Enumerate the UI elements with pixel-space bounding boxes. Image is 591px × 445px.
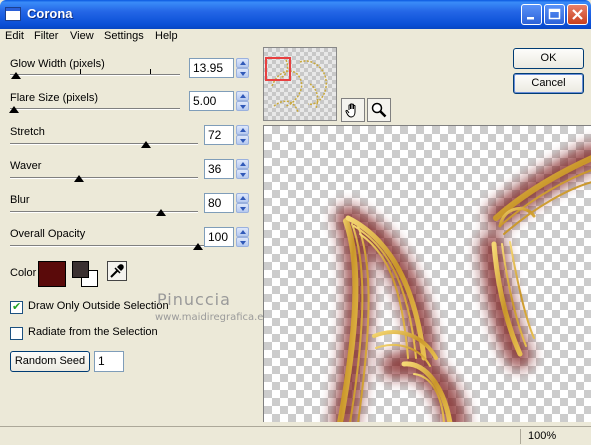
eyedropper-button[interactable]: [107, 261, 127, 281]
foreground-color-swatch[interactable]: [72, 261, 89, 278]
stretch-thumb[interactable]: [141, 141, 151, 148]
minimize-icon: [527, 17, 534, 20]
overall-opacity-slider[interactable]: [10, 243, 204, 250]
hand-tool-button[interactable]: [341, 98, 365, 122]
glow-width-slider[interactable]: [10, 69, 180, 79]
watermark-url: www.maidiregrafica.eu: [155, 312, 270, 323]
maximize-icon: [548, 8, 561, 20]
cancel-button[interactable]: Cancel: [513, 73, 584, 94]
waver-field[interactable]: 36: [204, 159, 234, 179]
menu-help[interactable]: Help: [155, 30, 178, 42]
flare-size-slider[interactable]: [9, 106, 180, 113]
blur-thumb[interactable]: [156, 209, 166, 216]
overall-opacity-thumb[interactable]: [193, 243, 203, 250]
color-swatch[interactable]: [38, 261, 66, 287]
color-label: Color: [10, 267, 37, 279]
stretch-spinner[interactable]: [236, 125, 249, 145]
flare-size-label: Flare Size (pixels): [10, 92, 99, 104]
menu-view[interactable]: View: [70, 30, 94, 42]
maximize-button[interactable]: [544, 4, 565, 25]
status-bar: 100%: [0, 426, 591, 445]
navigator-thumbnail[interactable]: [263, 47, 337, 121]
close-icon: [572, 9, 583, 20]
flare-size-thumb[interactable]: [9, 106, 19, 113]
menu-edit[interactable]: Edit: [5, 30, 24, 42]
color-swap-swatch[interactable]: [72, 261, 100, 289]
blur-spinner[interactable]: [236, 193, 249, 213]
menu-filter[interactable]: Filter: [34, 30, 58, 42]
glow-width-thumb[interactable]: [11, 72, 21, 79]
minimize-button[interactable]: [521, 4, 542, 25]
preview-canvas[interactable]: [263, 125, 591, 422]
magnifier-icon: [371, 102, 387, 118]
eyedropper-icon: [110, 264, 124, 278]
waver-slider[interactable]: [10, 175, 198, 182]
overall-opacity-label: Overall Opacity: [10, 228, 86, 240]
window-title: Corona: [27, 6, 73, 21]
menu-bar: Edit Filter View Settings Help: [0, 29, 591, 45]
draw-only-outside-label[interactable]: Draw Only Outside Selection: [28, 300, 169, 312]
blur-field[interactable]: 80: [204, 193, 234, 213]
glow-width-label: Glow Width (pixels): [10, 58, 105, 70]
hand-icon: [345, 103, 356, 118]
preview-image: [331, 143, 591, 422]
glow-width-spinner[interactable]: [236, 58, 249, 78]
random-seed-button[interactable]: Random Seed: [10, 351, 90, 372]
flare-size-spinner[interactable]: [236, 91, 249, 111]
stretch-label: Stretch: [10, 126, 45, 138]
blur-slider[interactable]: [10, 209, 198, 216]
flare-size-field[interactable]: 5.00: [189, 91, 234, 111]
draw-only-outside-checkbox[interactable]: [10, 300, 23, 314]
overall-opacity-field[interactable]: 100: [204, 227, 234, 247]
ok-button[interactable]: OK: [513, 48, 584, 69]
waver-spinner[interactable]: [236, 159, 249, 179]
waver-label: Waver: [10, 160, 42, 172]
title-bar[interactable]: Corona: [0, 0, 591, 29]
close-button[interactable]: [567, 4, 588, 25]
blur-label: Blur: [10, 194, 30, 206]
radiate-from-selection-checkbox[interactable]: [10, 327, 23, 340]
stretch-field[interactable]: 72: [204, 125, 234, 145]
zoom-tool-button[interactable]: [367, 98, 391, 122]
watermark-name: Pinuccia: [157, 290, 231, 309]
glow-width-field[interactable]: 13.95: [189, 58, 234, 78]
stretch-slider[interactable]: [10, 141, 198, 148]
radiate-from-selection-label[interactable]: Radiate from the Selection: [28, 326, 158, 338]
navigator-view-rect[interactable]: [265, 57, 291, 81]
random-seed-field[interactable]: 1: [94, 351, 124, 372]
waver-thumb[interactable]: [74, 175, 84, 182]
overall-opacity-spinner[interactable]: [236, 227, 249, 247]
menu-settings[interactable]: Settings: [104, 30, 144, 42]
window-icon: [5, 7, 21, 21]
zoom-level: 100%: [528, 430, 557, 442]
